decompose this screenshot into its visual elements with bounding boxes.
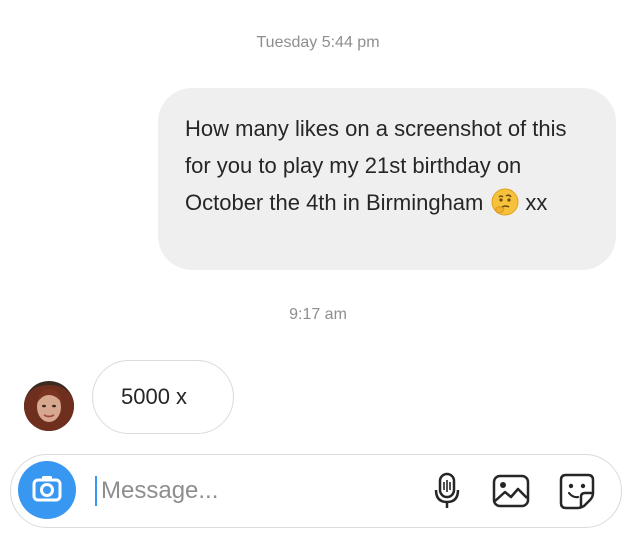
received-message-bubble[interactable]: 5000 x: [92, 360, 234, 434]
sticker-icon[interactable]: [557, 471, 597, 511]
message-composer: [10, 454, 622, 528]
message-timestamp: 9:17 am: [289, 306, 347, 323]
sent-message-bubble[interactable]: How many likes on a screenshot of this f…: [158, 88, 616, 270]
avatar-image: [24, 381, 74, 431]
camera-button[interactable]: [18, 461, 76, 519]
microphone-icon[interactable]: [427, 471, 467, 511]
message-input[interactable]: [101, 469, 401, 513]
camera-icon: [32, 476, 62, 502]
text-caret: [95, 476, 97, 506]
received-message-text: 5000 x: [121, 384, 188, 409]
thinking-face-emoji-icon: [491, 188, 519, 216]
sent-message-suffix: xx: [525, 190, 548, 215]
message-timestamp: Tuesday 5:44 pm: [256, 34, 380, 51]
gallery-icon[interactable]: [491, 471, 531, 511]
avatar[interactable]: [24, 381, 74, 431]
